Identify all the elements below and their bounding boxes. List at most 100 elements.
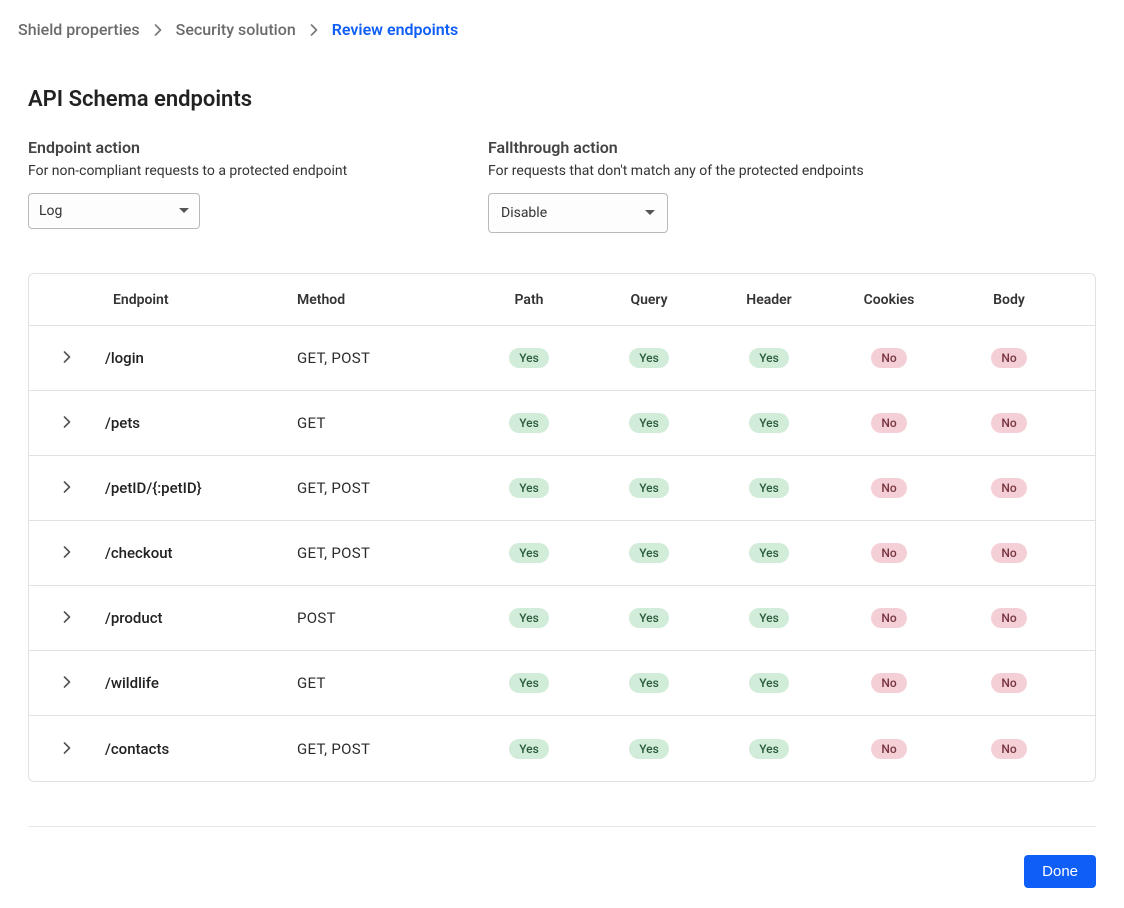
th-query: Query [589, 292, 709, 308]
breadcrumb-item-review[interactable]: Review endpoints [332, 20, 459, 39]
endpoint-action-select[interactable]: Log [28, 193, 200, 229]
status-pill: Yes [629, 543, 669, 563]
done-button[interactable]: Done [1024, 855, 1096, 888]
status-pill: No [871, 739, 906, 759]
expand-toggle[interactable] [29, 479, 105, 497]
body-cell: No [949, 413, 1069, 433]
status-pill: Yes [629, 739, 669, 759]
th-method: Method [289, 292, 469, 308]
endpoint-cell: /pets [105, 414, 289, 432]
method-cell: GET [289, 674, 469, 692]
status-pill: Yes [509, 673, 549, 693]
status-pill: Yes [509, 348, 549, 368]
status-pill: No [991, 739, 1026, 759]
status-pill: Yes [749, 608, 789, 628]
caret-down-icon [645, 210, 655, 216]
query-cell: Yes [589, 478, 709, 498]
status-pill: Yes [509, 739, 549, 759]
endpoint-action-value: Log [39, 203, 62, 219]
status-pill: No [991, 608, 1026, 628]
header-cell: Yes [709, 739, 829, 759]
page-title: API Schema endpoints [28, 87, 1096, 112]
header-cell: Yes [709, 413, 829, 433]
expand-toggle[interactable] [29, 609, 105, 627]
status-pill: Yes [749, 478, 789, 498]
header-cell: Yes [709, 478, 829, 498]
body-cell: No [949, 478, 1069, 498]
endpoint-cell: /login [105, 349, 289, 367]
endpoint-action-label: Endpoint action [28, 138, 488, 157]
status-pill: No [871, 348, 906, 368]
th-header: Header [709, 292, 829, 308]
breadcrumb-item-security[interactable]: Security solution [176, 20, 296, 39]
status-pill: No [871, 478, 906, 498]
status-pill: No [991, 413, 1026, 433]
th-endpoint: Endpoint [105, 292, 289, 308]
chevron-right-icon [63, 414, 71, 432]
status-pill: Yes [629, 348, 669, 368]
cookies-cell: No [829, 739, 949, 759]
table-row[interactable]: /contactsGET, POSTYesYesYesNoNo [29, 716, 1095, 781]
cookies-cell: No [829, 478, 949, 498]
status-pill: Yes [629, 608, 669, 628]
endpoints-table: Endpoint Method Path Query Header Cookie… [28, 273, 1096, 782]
th-cookies: Cookies [829, 292, 949, 308]
body-cell: No [949, 348, 1069, 368]
status-pill: No [871, 673, 906, 693]
status-pill: No [871, 413, 906, 433]
fallthrough-action-group: Fallthrough action For requests that don… [488, 138, 948, 233]
table-row[interactable]: /wildlifeGETYesYesYesNoNo [29, 651, 1095, 716]
cookies-cell: No [829, 608, 949, 628]
path-cell: Yes [469, 543, 589, 563]
table-row[interactable]: /checkoutGET, POST Yes Yes Yes No No [29, 521, 1095, 586]
status-pill: Yes [749, 739, 789, 759]
status-pill: Yes [629, 413, 669, 433]
expand-toggle[interactable] [29, 674, 105, 692]
path-cell: Yes [469, 478, 589, 498]
chevron-right-icon [154, 24, 162, 36]
expand-toggle[interactable] [29, 414, 105, 432]
status-pill: No [991, 673, 1026, 693]
path-cell: Yes [469, 413, 589, 433]
table-row[interactable]: /productPOSTYesYesYesNoNo [29, 586, 1095, 651]
method-cell: GET, POST [289, 544, 469, 562]
expand-toggle[interactable] [29, 740, 105, 758]
endpoint-cell: /product [105, 609, 289, 627]
status-pill: Yes [509, 413, 549, 433]
expand-toggle[interactable] [29, 349, 105, 367]
status-pill: Yes [749, 543, 789, 563]
status-pill: Yes [749, 413, 789, 433]
endpoint-cell: /contacts [105, 740, 289, 758]
chevron-right-icon [63, 479, 71, 497]
footer: Done [28, 855, 1096, 888]
status-pill: Yes [509, 478, 549, 498]
status-pill: No [991, 348, 1026, 368]
chevron-right-icon [63, 609, 71, 627]
chevron-right-icon [63, 674, 71, 692]
status-pill: Yes [509, 543, 549, 563]
endpoint-cell: /checkout [105, 544, 289, 562]
fallthrough-action-value: Disable [501, 205, 547, 221]
chevron-right-icon [310, 24, 318, 36]
fallthrough-action-select[interactable]: Disable [488, 193, 668, 233]
status-pill: No [991, 543, 1026, 563]
expand-toggle[interactable] [29, 544, 105, 562]
table-row[interactable]: /petID/{:petID}GET, POSTYesYesYesNoNo [29, 456, 1095, 521]
status-pill: Yes [749, 348, 789, 368]
table-row[interactable]: /loginGET, POSTYesYesYesNoNo [29, 326, 1095, 391]
cookies-cell: No [829, 673, 949, 693]
body-cell: No [949, 608, 1069, 628]
breadcrumb-item-shield[interactable]: Shield properties [18, 20, 140, 39]
breadcrumb: Shield properties Security solution Revi… [18, 20, 1106, 39]
query-cell: Yes [589, 608, 709, 628]
caret-down-icon [179, 208, 189, 214]
th-path: Path [469, 292, 589, 308]
header-cell: Yes [709, 348, 829, 368]
endpoint-cell: /petID/{:petID} [105, 479, 289, 497]
actions-row: Endpoint action For non-compliant reques… [28, 138, 1096, 233]
path-cell: Yes [469, 739, 589, 759]
table-row[interactable]: /petsGETYesYesYesNoNo [29, 391, 1095, 456]
cookies-cell: No [829, 413, 949, 433]
status-pill: Yes [629, 478, 669, 498]
status-pill: No [871, 543, 906, 563]
